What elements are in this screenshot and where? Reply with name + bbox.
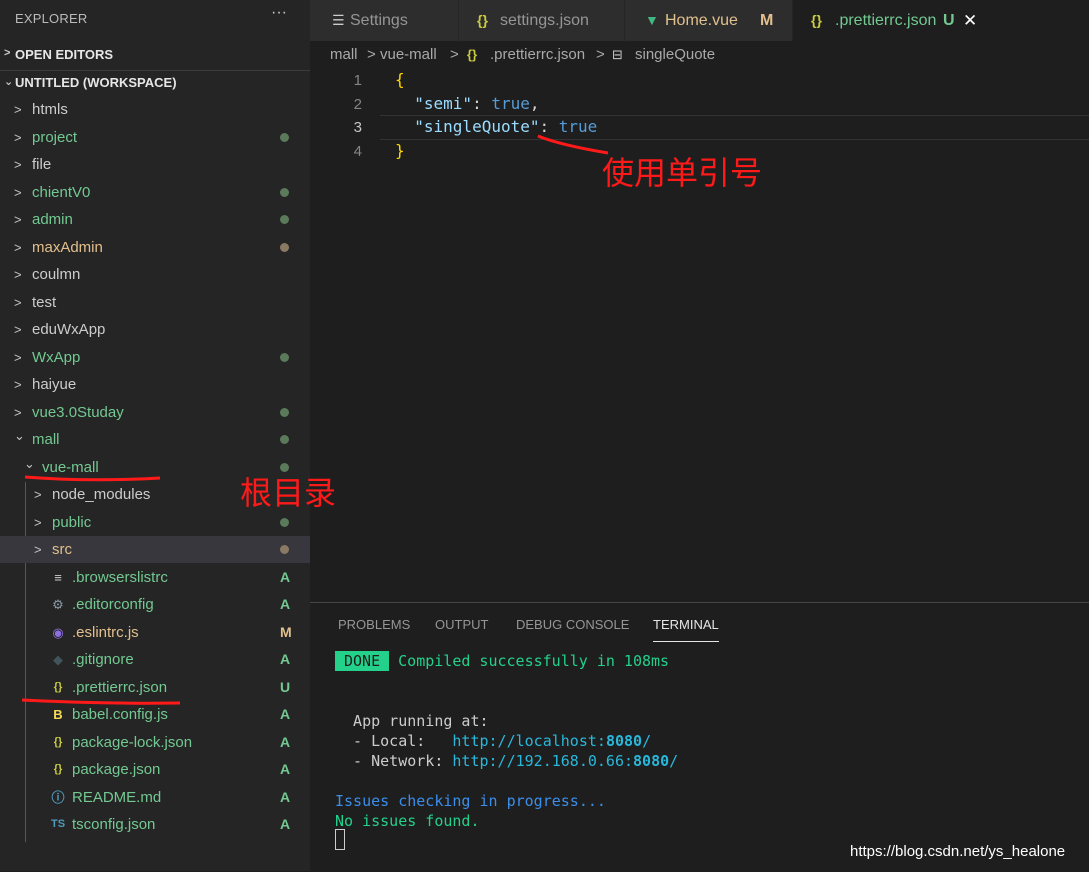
annotation-underline: [24, 475, 161, 482]
annotation-underline: [537, 134, 609, 155]
tab-terminal[interactable]: TERMINAL: [653, 617, 719, 642]
terminal-line-local: - Local: http://localhost:8080/: [335, 732, 651, 750]
terminal-line-app-running: App running at:: [335, 712, 489, 730]
done-badge: DONE: [335, 651, 390, 671]
tab-output[interactable]: OUTPUT: [435, 617, 488, 632]
terminal-cursor[interactable]: [335, 829, 345, 850]
local-url[interactable]: http://localhost:: [452, 732, 606, 750]
tab-problems[interactable]: PROBLEMS: [338, 617, 410, 632]
local-slash: /: [642, 732, 652, 750]
watermark: https://blog.csdn.net/ys_healone: [850, 843, 1066, 860]
network-url[interactable]: http://192.168.0.66:: [452, 752, 633, 770]
network-slash: /: [669, 752, 679, 770]
network-label: - Network:: [335, 752, 453, 770]
annotation-underline: [21, 698, 181, 705]
terminal-line-network: - Network: http://192.168.0.66:8080/: [335, 752, 678, 770]
terminal-line-no-issues: No issues found.: [335, 812, 480, 830]
annotation-root: 根目录: [240, 474, 337, 512]
tab-debug-console[interactable]: DEBUG CONSOLE: [516, 617, 629, 632]
bottom-panel: PROBLEMS OUTPUT DEBUG CONSOLE TERMINAL D…: [310, 602, 1089, 872]
network-port: 8080: [633, 752, 670, 770]
terminal-line-issues-checking: Issues checking in progress...: [335, 792, 606, 810]
local-port: 8080: [605, 732, 643, 750]
compiled-message: Compiled successfully in 108ms: [398, 652, 670, 670]
terminal-line-done: DONE Compiled successfully in 108ms: [335, 651, 670, 671]
annotation-single-quote: 使用单引号: [602, 154, 763, 192]
local-label: - Local:: [335, 732, 453, 750]
